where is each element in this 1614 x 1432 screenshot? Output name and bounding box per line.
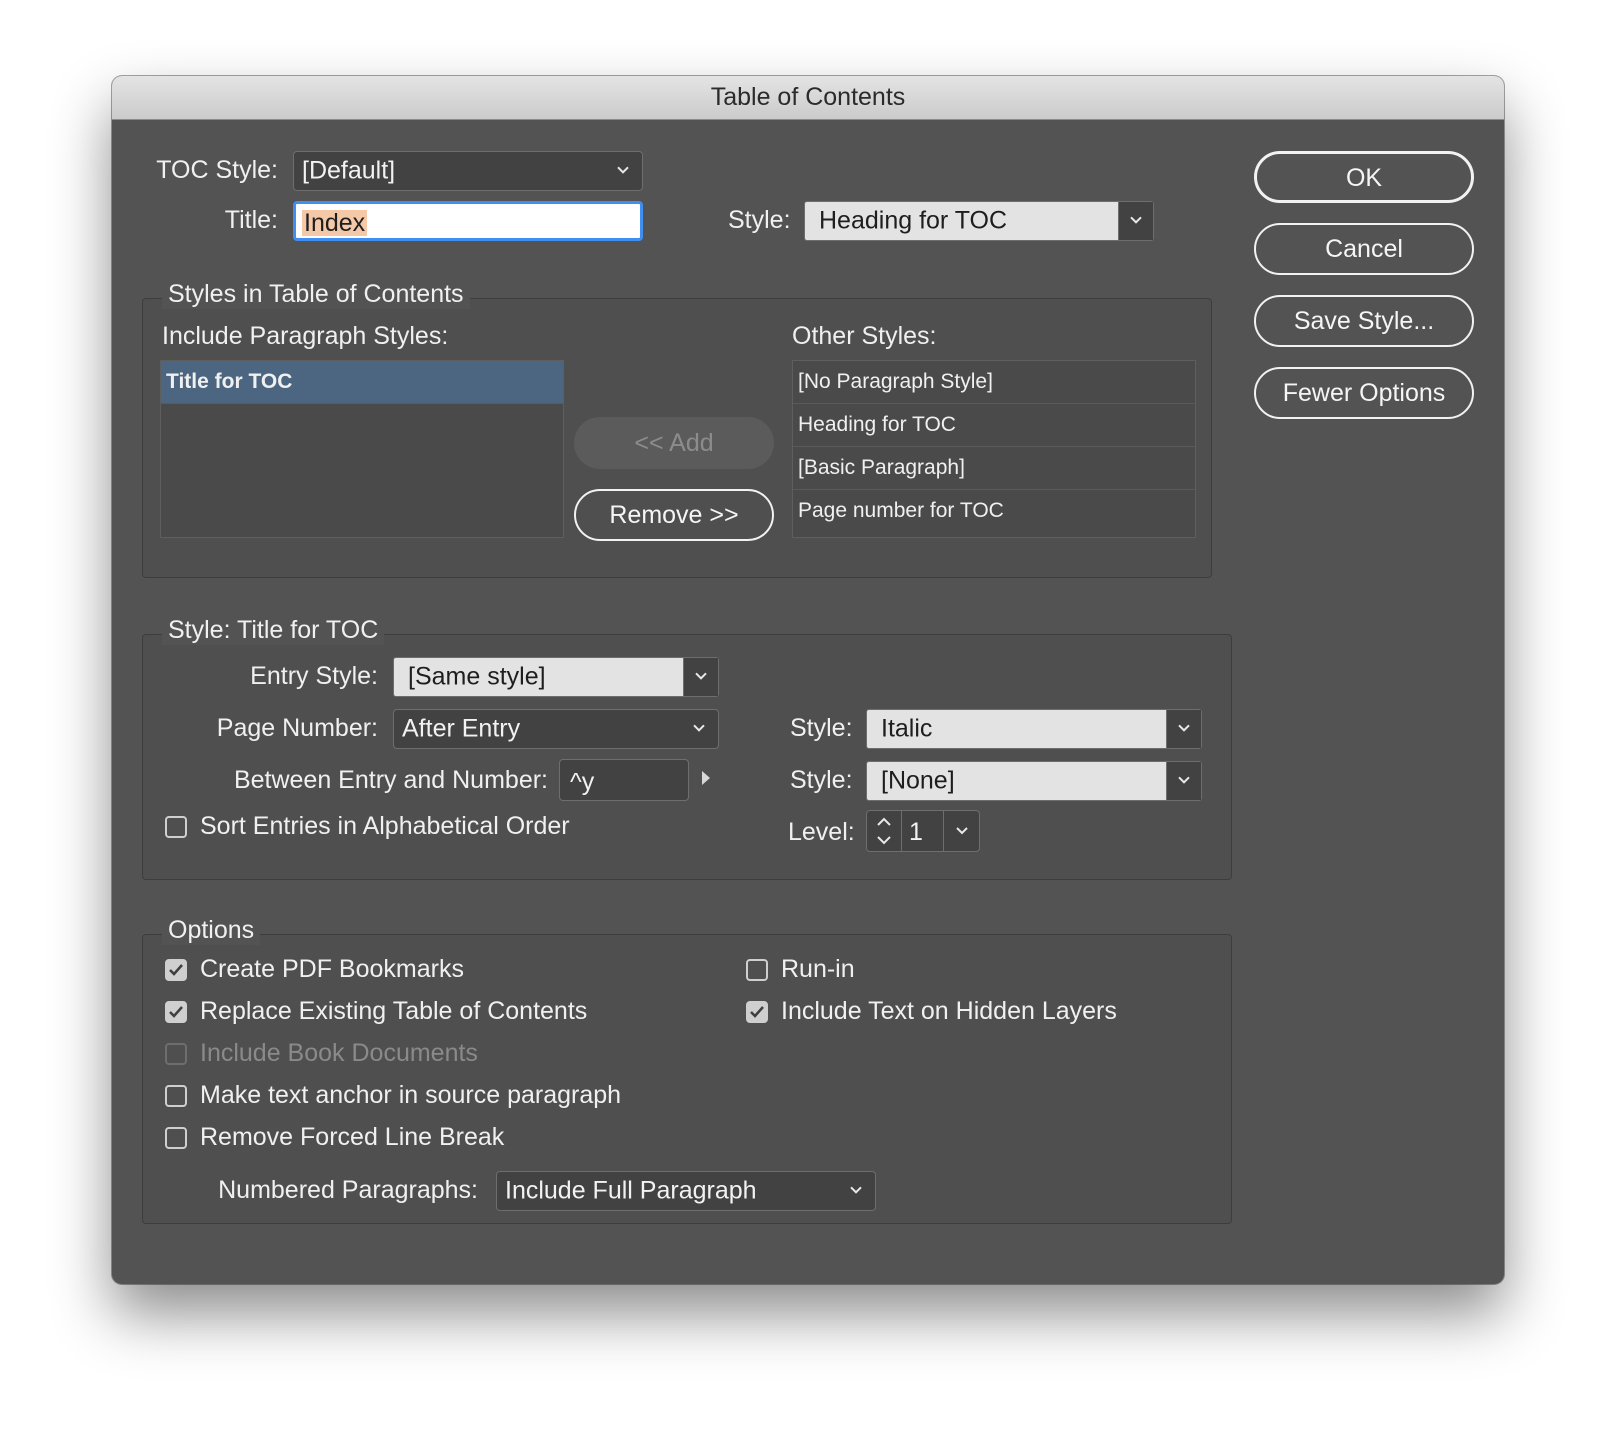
save-style-button[interactable]: Save Style... xyxy=(1254,295,1474,347)
toc-style-dropdown[interactable]: [Default] xyxy=(293,151,643,191)
remove-forced-line-break-label: Remove Forced Line Break xyxy=(200,1123,505,1151)
sort-entries-label: Sort Entries in Alphabetical Order xyxy=(200,812,570,840)
chevron-down-icon xyxy=(1130,216,1142,224)
page-number-style-value: Italic xyxy=(881,714,933,743)
list-item[interactable]: [No Paragraph Style] xyxy=(793,361,1195,404)
include-book-documents-label: Include Book Documents xyxy=(200,1039,478,1067)
page-number-label: Page Number: xyxy=(216,714,378,742)
title-style-dropdown-button[interactable] xyxy=(1118,202,1153,240)
title-style-combo[interactable]: Heading for TOC xyxy=(804,201,1154,241)
title-input-value: Index xyxy=(302,209,368,237)
include-hidden-layers-checkbox[interactable] xyxy=(746,1001,768,1023)
replace-existing-checkbox[interactable] xyxy=(165,1001,187,1023)
between-style-dropdown-button[interactable] xyxy=(1166,762,1201,800)
list-item[interactable]: [Basic Paragraph] xyxy=(793,447,1195,490)
run-in-label: Run-in xyxy=(781,955,855,983)
run-in-checkbox[interactable] xyxy=(746,959,768,981)
include-styles-label: Include Paragraph Styles: xyxy=(162,322,449,350)
window-title: Table of Contents xyxy=(112,76,1504,120)
level-label: Level: xyxy=(788,818,855,846)
title-input[interactable]: Index xyxy=(293,201,643,241)
create-pdf-bookmarks-checkbox[interactable] xyxy=(165,959,187,981)
page-number-style-combo[interactable]: Italic xyxy=(866,709,1202,749)
title-style-label: Style: xyxy=(728,206,791,234)
stepper-divider xyxy=(901,811,902,851)
make-text-anchor-label: Make text anchor in source paragraph xyxy=(200,1081,622,1109)
chevron-down-icon xyxy=(695,672,707,680)
between-entry-value: ^y xyxy=(570,768,595,796)
list-item[interactable]: Title for TOC xyxy=(161,361,563,404)
stepper-icon[interactable] xyxy=(875,813,893,849)
between-style-value: [None] xyxy=(881,766,955,795)
fewer-options-button[interactable]: Fewer Options xyxy=(1254,367,1474,419)
numbered-paragraphs-value: Include Full Paragraph xyxy=(505,1176,757,1205)
page-number-style-dropdown-button[interactable] xyxy=(1166,710,1201,748)
chevron-down-icon xyxy=(956,827,968,835)
checkmark-icon xyxy=(750,1006,764,1018)
page-number-dropdown[interactable]: After Entry xyxy=(393,709,719,749)
other-styles-list[interactable]: [No Paragraph Style] Heading for TOC [Ba… xyxy=(792,360,1196,538)
between-style-label: Style: xyxy=(790,766,853,794)
page-number-style-label: Style: xyxy=(790,714,853,742)
numbered-paragraphs-label: Numbered Paragraphs: xyxy=(218,1176,478,1204)
list-item[interactable]: Page number for TOC xyxy=(793,490,1195,532)
sort-entries-checkbox[interactable] xyxy=(165,816,187,838)
chevron-down-icon xyxy=(617,166,629,174)
chevron-down-icon xyxy=(1178,776,1190,784)
remove-button[interactable]: Remove >> xyxy=(574,489,774,541)
entry-style-label: Entry Style: xyxy=(250,662,378,690)
options-title: Options xyxy=(162,916,261,945)
level-control[interactable]: 1 xyxy=(866,810,980,852)
include-styles-list[interactable]: Title for TOC xyxy=(160,360,564,538)
styles-in-toc-title: Styles in Table of Contents xyxy=(162,280,470,309)
checkmark-icon xyxy=(169,964,183,976)
ok-button[interactable]: OK xyxy=(1254,151,1474,203)
chevron-down-icon xyxy=(1178,724,1190,732)
toc-style-value: [Default] xyxy=(302,156,396,185)
add-button[interactable]: << Add xyxy=(574,417,774,469)
between-entry-label: Between Entry and Number: xyxy=(233,766,548,794)
remove-forced-line-break-checkbox[interactable] xyxy=(165,1127,187,1149)
other-styles-label: Other Styles: xyxy=(792,322,937,350)
include-book-documents-checkbox[interactable] xyxy=(165,1043,187,1065)
checkmark-icon xyxy=(169,1006,183,1018)
toc-dialog: Table of Contents TOC Style: [Default] T… xyxy=(112,76,1504,1284)
level-value: 1 xyxy=(909,818,923,846)
title-label: Title: xyxy=(224,206,278,234)
numbered-paragraphs-dropdown[interactable]: Include Full Paragraph xyxy=(496,1171,876,1211)
cancel-button[interactable]: Cancel xyxy=(1254,223,1474,275)
entry-style-combo[interactable]: [Same style] xyxy=(393,657,719,697)
style-settings-title: Style: Title for TOC xyxy=(162,616,385,645)
create-pdf-bookmarks-label: Create PDF Bookmarks xyxy=(200,955,464,983)
page-number-value: After Entry xyxy=(402,714,521,743)
level-dropdown-button[interactable] xyxy=(943,811,980,851)
toc-style-label: TOC Style: xyxy=(156,156,278,184)
list-item[interactable]: Heading for TOC xyxy=(793,404,1195,447)
special-characters-triangle-icon[interactable] xyxy=(700,770,712,786)
replace-existing-label: Replace Existing Table of Contents xyxy=(200,997,588,1025)
chevron-down-icon xyxy=(693,724,705,732)
make-text-anchor-checkbox[interactable] xyxy=(165,1085,187,1107)
entry-style-value: [Same style] xyxy=(408,662,546,691)
include-hidden-layers-label: Include Text on Hidden Layers xyxy=(781,997,1117,1025)
entry-style-dropdown-button[interactable] xyxy=(683,658,718,696)
between-style-combo[interactable]: [None] xyxy=(866,761,1202,801)
title-style-value: Heading for TOC xyxy=(819,206,1008,235)
chevron-down-icon xyxy=(850,1186,862,1194)
between-entry-input[interactable]: ^y xyxy=(559,759,689,801)
